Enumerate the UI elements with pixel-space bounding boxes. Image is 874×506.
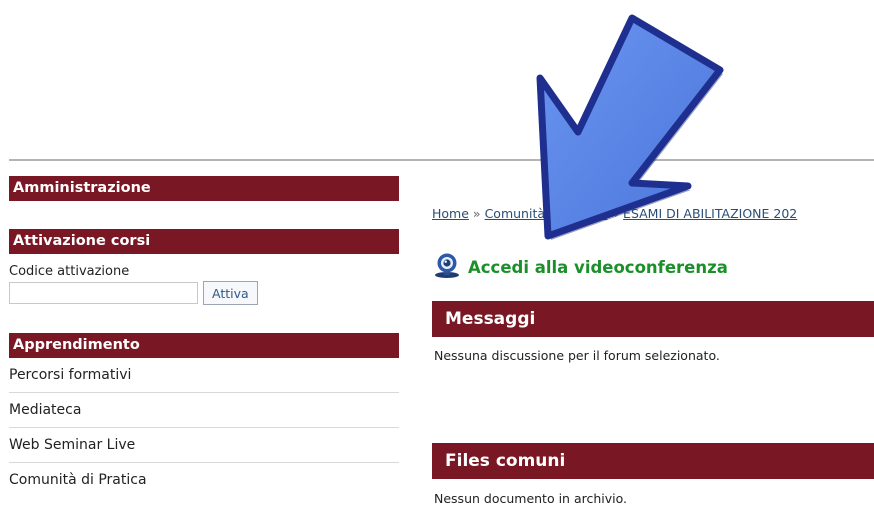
- activate-button[interactable]: Attiva: [203, 281, 258, 305]
- messages-empty-text: Nessuna discussione per il forum selezio…: [434, 348, 720, 363]
- videoconference-label: Accedi alla videoconferenza: [468, 257, 728, 277]
- breadcrumb-separator: »: [611, 206, 620, 221]
- learning-nav: Percorsi formativi Mediateca Web Seminar…: [9, 358, 399, 497]
- messages-header: Messaggi: [432, 301, 874, 337]
- nav-item-web-seminar-live[interactable]: Web Seminar Live: [9, 428, 399, 463]
- files-header: Files comuni: [432, 443, 874, 479]
- sidebar: Amministrazione Attivazione corsi Codice…: [9, 176, 399, 497]
- breadcrumb: Home» Comunità di Pratica» ESAMI DI ABILIT…: [432, 206, 874, 221]
- webcam-icon: [432, 252, 462, 282]
- activation-code-input[interactable]: [9, 282, 198, 304]
- breadcrumb-current-link[interactable]: ESAMI DI ABILITAZIONE 202: [623, 206, 797, 221]
- learning-header: Apprendimento: [9, 333, 399, 358]
- breadcrumb-home-link[interactable]: Home: [432, 206, 469, 221]
- nav-item-mediateca[interactable]: Mediateca: [9, 393, 399, 428]
- nav-item-comunita-di-pratica[interactable]: Comunità di Pratica: [9, 463, 399, 497]
- nav-item-percorsi-formativi[interactable]: Percorsi formativi: [9, 358, 399, 393]
- files-empty-text: Nessun documento in archivio.: [434, 491, 628, 506]
- breadcrumb-separator: »: [472, 206, 481, 221]
- breadcrumb-community-link[interactable]: Comunità di Pratica: [485, 206, 608, 221]
- activation-row: Attiva: [9, 281, 399, 305]
- admin-header[interactable]: Amministrazione: [9, 176, 399, 201]
- activation-code-label: Codice attivazione: [9, 264, 130, 279]
- top-divider: [9, 159, 874, 161]
- activation-header: Attivazione corsi: [9, 229, 399, 254]
- videoconference-link[interactable]: Accedi alla videoconferenza: [432, 252, 728, 282]
